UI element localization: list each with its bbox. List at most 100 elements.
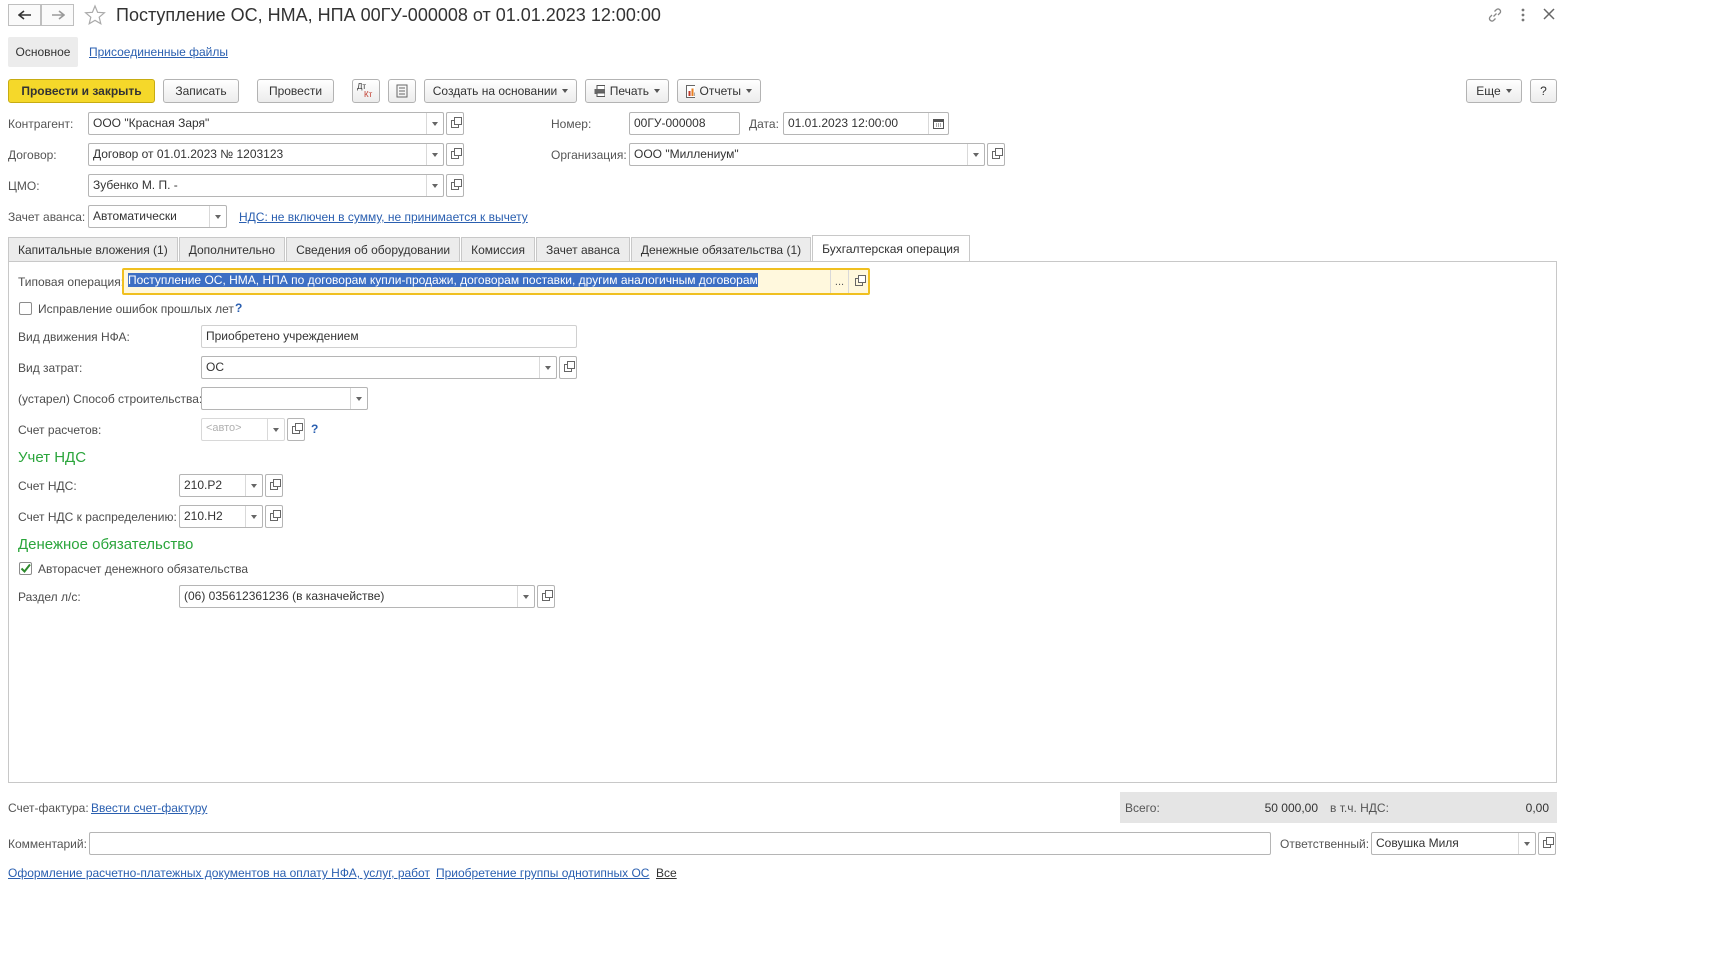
- back-button[interactable]: [8, 4, 41, 26]
- tab-label: Зачет аванса: [545, 242, 620, 257]
- tab-commission[interactable]: Комиссия: [461, 237, 535, 261]
- tab-bar: Капитальные вложения (1) Дополнительно С…: [8, 235, 970, 261]
- settlement-account-dropdown-button[interactable]: [267, 419, 284, 440]
- group-purchase-link[interactable]: Приобретение группы однотипных ОС: [436, 866, 649, 880]
- dt-kt-icon: Дт Кт: [356, 82, 376, 100]
- settlement-account-open-button[interactable]: [287, 418, 305, 441]
- chevron-down-icon: [356, 396, 362, 401]
- post-and-close-button[interactable]: Провести и закрыть: [8, 79, 155, 103]
- vat-account-dropdown-button[interactable]: [245, 475, 262, 496]
- favorite-star-icon[interactable]: [84, 4, 106, 29]
- contractor-value: ООО "Красная Заря": [93, 116, 210, 130]
- tab-attached-files[interactable]: Присоединенные файлы: [89, 45, 228, 59]
- build-method-value: [202, 388, 350, 409]
- tab-accounting-operation[interactable]: Бухгалтерская операция: [812, 235, 970, 261]
- tab-capital-investments[interactable]: Капитальные вложения (1): [8, 237, 178, 261]
- number-field[interactable]: 00ГУ-000008: [629, 112, 740, 135]
- organization-value: ООО "Миллениум": [634, 147, 739, 161]
- more-button[interactable]: Еще: [1466, 79, 1522, 103]
- responsible-field[interactable]: Совушка Миля: [1371, 832, 1536, 855]
- tab-main[interactable]: Основное: [8, 37, 78, 67]
- create-based-on-button[interactable]: Создать на основании: [424, 79, 577, 103]
- cost-type-open-button[interactable]: [559, 356, 577, 379]
- vat-distribution-dropdown-button[interactable]: [245, 506, 262, 527]
- auto-calc-checkbox[interactable]: [19, 562, 32, 575]
- reports-button[interactable]: Отчеты: [677, 79, 761, 103]
- contractor-label: Контрагент:: [8, 117, 74, 131]
- vat-distribution-open-button[interactable]: [265, 505, 283, 528]
- post-button[interactable]: Провести: [257, 79, 334, 103]
- contract-field[interactable]: Договор от 01.01.2023 № 1203123: [88, 143, 444, 166]
- tab-label: Дополнительно: [188, 242, 276, 257]
- enter-invoice-link[interactable]: Ввести счет-фактуру: [91, 801, 207, 815]
- organization-dropdown-button[interactable]: [967, 144, 984, 165]
- typical-operation-field[interactable]: Поступление ОС, НМА, НПА по договорам ку…: [122, 268, 870, 295]
- cost-type-value: ОС: [206, 360, 224, 374]
- ls-section-open-button[interactable]: [537, 585, 555, 608]
- contractor-open-button[interactable]: [446, 112, 464, 135]
- contract-label: Договор:: [8, 148, 57, 162]
- cmo-open-button[interactable]: [446, 174, 464, 197]
- calendar-button[interactable]: [928, 113, 948, 134]
- open-icon: [451, 178, 462, 190]
- responsible-dropdown-button[interactable]: [1518, 833, 1535, 854]
- comment-input[interactable]: [89, 832, 1271, 855]
- report-icon: [686, 84, 695, 98]
- vat-account-open-button[interactable]: [265, 474, 283, 497]
- fix-errors-checkbox[interactable]: [19, 302, 32, 315]
- typical-operation-open-button[interactable]: [848, 270, 868, 293]
- forward-button[interactable]: [41, 4, 74, 26]
- cmo-dropdown-button[interactable]: [426, 175, 443, 196]
- ls-section-field[interactable]: (06) 035612361236 (в казначействе): [179, 585, 535, 608]
- cmo-field[interactable]: Зубенко М. П. -: [88, 174, 444, 197]
- cost-type-field[interactable]: ОС: [201, 356, 557, 379]
- help-button[interactable]: ?: [1530, 79, 1557, 103]
- contract-open-button[interactable]: [446, 143, 464, 166]
- vat-included-label: в т.ч. НДС:: [1330, 801, 1389, 815]
- close-icon[interactable]: [1543, 8, 1555, 23]
- save-button[interactable]: Записать: [163, 79, 239, 103]
- organization-field[interactable]: ООО "Миллениум": [629, 143, 985, 166]
- vat-account-field[interactable]: 210.Р2: [179, 474, 263, 497]
- tab-equipment-info[interactable]: Сведения об оборудовании: [286, 237, 461, 261]
- advance-select[interactable]: Автоматически: [88, 205, 227, 228]
- responsible-open-button[interactable]: [1538, 832, 1556, 855]
- fix-errors-help-icon[interactable]: ?: [235, 301, 242, 315]
- payment-docs-link[interactable]: Оформление расчетно-платежных документов…: [8, 866, 430, 880]
- tab-additional[interactable]: Дополнительно: [178, 237, 286, 261]
- chevron-down-icon: [746, 89, 752, 93]
- open-icon: [542, 589, 553, 601]
- link-icon[interactable]: [1487, 7, 1503, 26]
- print-button[interactable]: Печать: [585, 79, 669, 103]
- build-method-dropdown-button[interactable]: [350, 388, 367, 409]
- money-obligation-section-title: Денежное обязательство: [18, 536, 194, 553]
- more-label: Еще: [1476, 84, 1501, 98]
- typical-operation-select-button[interactable]: ...: [830, 270, 848, 293]
- contractor-field[interactable]: ООО "Красная Заря": [88, 112, 444, 135]
- chevron-down-icon: [251, 483, 257, 488]
- advance-dropdown-button[interactable]: [209, 206, 226, 227]
- contract-dropdown-button[interactable]: [426, 144, 443, 165]
- contractor-dropdown-button[interactable]: [426, 113, 443, 134]
- organization-open-button[interactable]: [987, 143, 1005, 166]
- movement-type-value: Приобретено учреждением: [206, 329, 359, 343]
- tab-money-obligations[interactable]: Денежные обязательства (1): [630, 237, 812, 261]
- typical-operation-label: Типовая операция:: [18, 275, 125, 289]
- advance-label: Зачет аванса:: [8, 210, 86, 224]
- kebab-menu-icon[interactable]: [1518, 6, 1528, 24]
- document-list-button[interactable]: [388, 79, 416, 103]
- all-links-link[interactable]: Все: [656, 866, 677, 880]
- date-value: 01.01.2023 12:00:00: [788, 116, 899, 130]
- settlement-account-help-icon[interactable]: ?: [311, 422, 318, 436]
- auto-calc-label: Авторасчет денежного обязательства: [38, 562, 249, 576]
- cost-type-dropdown-button[interactable]: [539, 357, 556, 378]
- tab-advance-offset[interactable]: Зачет аванса: [535, 237, 630, 261]
- vat-settings-link[interactable]: НДС: не включен в сумму, не принимается …: [239, 210, 528, 224]
- build-method-select[interactable]: [201, 387, 368, 410]
- chevron-down-icon: [523, 594, 529, 599]
- dt-kt-button[interactable]: Дт Кт: [352, 79, 380, 103]
- settlement-account-field[interactable]: <авто>: [201, 418, 285, 441]
- ls-section-dropdown-button[interactable]: [517, 586, 534, 607]
- date-field[interactable]: 01.01.2023 12:00:00: [783, 112, 949, 135]
- vat-distribution-field[interactable]: 210.Н2: [179, 505, 263, 528]
